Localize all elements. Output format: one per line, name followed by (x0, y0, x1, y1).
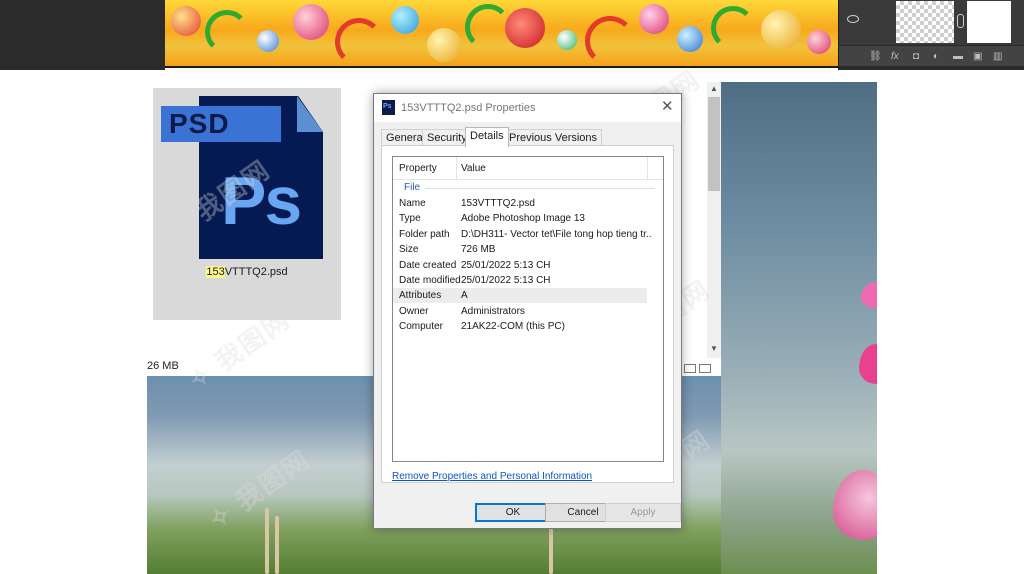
property-name: Folder path (399, 229, 450, 240)
screen: ⛓ fx ◘ ◐ ▬ ▣ ▥ PSD Ps 153VTTTQ2.psd 26 M… (0, 0, 1024, 574)
table-row[interactable]: Size 726 MB (393, 242, 663, 257)
dialog-title-bar[interactable]: 153VTTTQ2.psd Properties ✕ (374, 94, 681, 122)
table-row[interactable]: Date created 25/01/2022 5:13 CH (393, 258, 663, 273)
table-row[interactable]: Date modified 25/01/2022 5:13 CH (393, 273, 663, 288)
banner-ornament (807, 30, 831, 54)
file-size-label: 26 MB (147, 360, 179, 372)
property-value: 21AK22-COM (this PC) (461, 321, 565, 332)
panel-divider (839, 66, 1024, 70)
property-value: Administrators (461, 306, 525, 317)
trash-icon[interactable]: ▥ (993, 52, 1002, 62)
banner-ornament (427, 28, 461, 62)
remove-properties-link[interactable]: Remove Properties and Personal Informati… (392, 471, 592, 482)
chain-link-icon[interactable] (957, 14, 964, 28)
banner-ornament (391, 6, 419, 34)
column-header-value[interactable]: Value (461, 163, 486, 174)
property-value: 726 MB (461, 244, 496, 255)
property-name: Date created (399, 260, 457, 271)
view-toggle (684, 360, 716, 373)
property-name: Attributes (399, 290, 442, 301)
property-name: Name (399, 198, 426, 209)
adjustment-icon[interactable]: ◐ (933, 52, 939, 62)
large-icons-view-icon[interactable] (699, 364, 711, 373)
lotus-stem (265, 508, 269, 574)
property-value: Adobe Photoshop Image 13 (461, 213, 585, 224)
details-list[interactable]: Property Value File Name 153VTTTQ2.psd T… (392, 156, 664, 462)
banner-ornament (505, 8, 545, 48)
file-name-rest: VTTTQ2.psd (224, 266, 288, 278)
layer-row[interactable] (839, 0, 1024, 46)
file-name-label[interactable]: 153VTTTQ2.psd (153, 266, 341, 278)
property-value: A (461, 290, 468, 301)
lotus-stem (549, 526, 553, 574)
banner-ornament (171, 6, 201, 36)
column-divider[interactable] (647, 157, 648, 179)
property-value: D:\DH311- Vector tet\File tong hop tieng… (461, 229, 651, 240)
table-row[interactable]: Computer 21AK22-COM (this PC) (393, 319, 663, 334)
close-icon[interactable]: ✕ (661, 99, 674, 114)
property-name: Date modified (399, 275, 461, 286)
tab-details[interactable]: Details (465, 127, 509, 147)
scroll-down-icon[interactable]: ▼ (709, 344, 719, 354)
table-row[interactable]: Folder path D:\DH311- Vector tet\File to… (393, 227, 663, 242)
lotus-flower (833, 470, 877, 540)
psd-file-icon (382, 100, 395, 115)
eye-icon[interactable] (847, 15, 859, 23)
property-name: Size (399, 244, 419, 255)
lotus-stem (275, 516, 279, 574)
layer-mask-thumbnail (967, 1, 1011, 43)
group-label-file: File (404, 182, 421, 193)
lotus-petal (859, 344, 877, 384)
property-value: 25/01/2022 5:13 CH (461, 260, 551, 271)
group-divider (425, 188, 655, 189)
scrollbar-thumb[interactable] (708, 97, 720, 191)
layers-toolbar: ⛓ fx ◘ ◐ ▬ ▣ ▥ (839, 48, 1024, 66)
fx-icon[interactable]: fx (891, 52, 899, 62)
table-row[interactable]: Type Adobe Photoshop Image 13 (393, 211, 663, 226)
table-row[interactable]: Name 153VTTTQ2.psd (393, 196, 663, 211)
lotus-petal (861, 282, 877, 308)
scroll-up-icon[interactable]: ▲ (709, 84, 719, 94)
property-name: Type (399, 213, 421, 224)
banner-ornament (257, 30, 279, 52)
new-layer-icon[interactable]: ▣ (973, 52, 982, 62)
banner-ornament (711, 6, 755, 50)
photoshop-layers-panel: ⛓ fx ◘ ◐ ▬ ▣ ▥ (838, 0, 1024, 70)
tab-previous-versions[interactable]: Previous Versions (504, 129, 603, 146)
banner-ornament (585, 16, 635, 66)
property-name: Owner (399, 306, 429, 317)
property-value: 25/01/2022 5:13 CH (461, 275, 551, 286)
banner-ornament (205, 10, 249, 54)
ok-button[interactable]: OK (475, 503, 551, 522)
dialog-title: 153VTTTQ2.psd Properties (401, 102, 536, 114)
banner-image (165, 0, 838, 68)
banner-ornament (335, 18, 383, 66)
banner-ornament (639, 4, 669, 34)
properties-dialog: 153VTTTQ2.psd Properties ✕ General Secur… (373, 93, 682, 529)
mask-icon[interactable]: ◘ (913, 52, 919, 62)
property-name: Computer (399, 321, 443, 332)
psd-label: PSD (169, 108, 230, 139)
column-divider[interactable] (456, 157, 457, 179)
banner-ornament (293, 4, 329, 40)
column-header-property[interactable]: Property (399, 163, 437, 174)
property-value: 153VTTTQ2.psd (461, 198, 535, 209)
app-background (0, 0, 165, 70)
link-icon[interactable]: ⛓ (869, 52, 882, 62)
banner-ornament (677, 26, 703, 52)
apply-button[interactable]: Apply (605, 503, 681, 522)
layer-thumbnail (896, 1, 954, 43)
folder-icon[interactable]: ▬ (953, 52, 963, 62)
file-name-highlight: 153 (206, 266, 225, 278)
list-header: Property Value (393, 157, 663, 180)
table-row-selected[interactable]: Attributes A (393, 288, 647, 303)
background-photo (721, 82, 877, 574)
details-view-icon[interactable] (684, 364, 696, 373)
table-row[interactable]: Owner Administrators (393, 304, 663, 319)
banner-ornament (557, 30, 577, 50)
banner-ornament (761, 10, 801, 50)
